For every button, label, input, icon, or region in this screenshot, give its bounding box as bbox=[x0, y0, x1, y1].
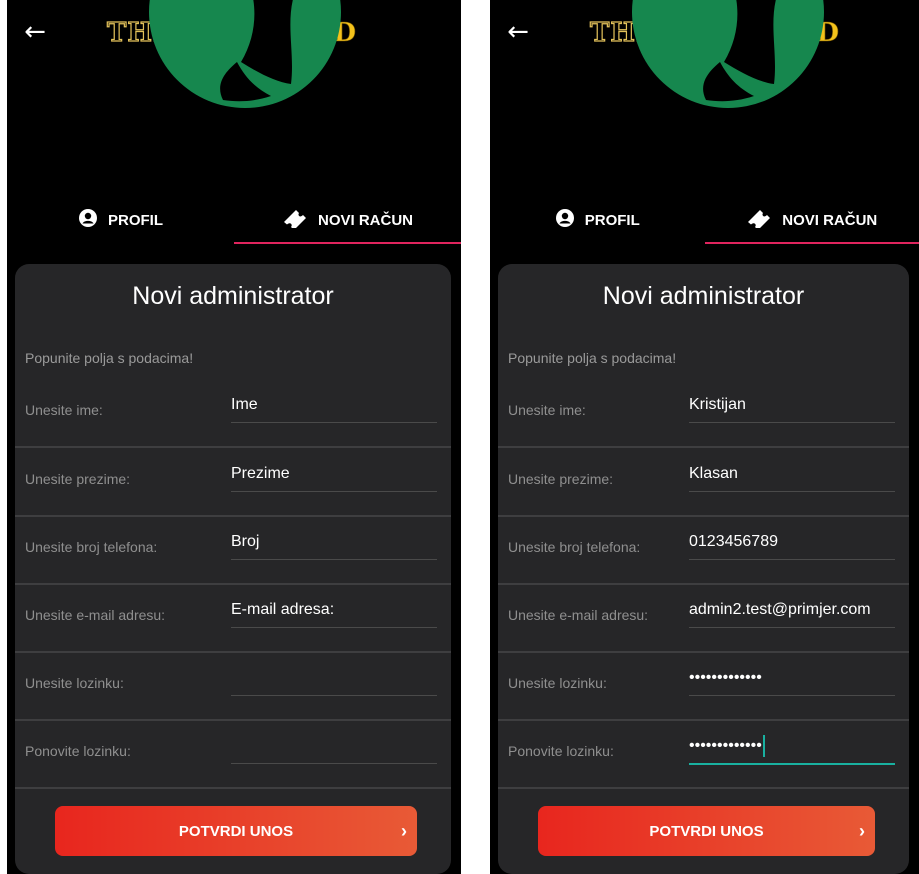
screen-empty-form: ← THEATER GOLD PROFIL NOVI RAČUN Novi ad… bbox=[7, 0, 461, 874]
tab-profil-label: PROFIL bbox=[584, 211, 640, 229]
user-circle-icon bbox=[555, 208, 575, 232]
row-ime: Unesite ime: Kristijan bbox=[498, 380, 909, 448]
row-divider bbox=[498, 787, 909, 789]
row-telefon: Unesite broj telefona: 0123456789 bbox=[498, 517, 909, 585]
form-title: Novi administrator bbox=[132, 282, 334, 310]
input-lozinka[interactable]: ••••••••••••• bbox=[689, 661, 895, 696]
label-ponovi-lozinku: Ponovite lozinku: bbox=[508, 743, 614, 759]
label-telefon: Unesite broj telefona: bbox=[25, 539, 158, 555]
input-telefon[interactable]: 0123456789 bbox=[689, 525, 895, 560]
input-email[interactable]: admin2.test@primjer.com bbox=[689, 593, 895, 628]
input-telefon[interactable]: Broj bbox=[231, 525, 437, 560]
text-caret bbox=[762, 734, 765, 757]
tab-novi-racun[interactable]: NOVI RAČUN bbox=[234, 196, 461, 244]
form-card: Novi administrator Popunite polja s poda… bbox=[498, 264, 909, 874]
form-title: Novi administrator bbox=[602, 282, 805, 310]
label-prezime: Unesite prezime: bbox=[25, 471, 131, 487]
row-lozinka: Unesite lozinku: ••••••••••••• bbox=[498, 653, 909, 721]
theater-masks-logo bbox=[145, 0, 345, 112]
label-lozinka: Unesite lozinku: bbox=[25, 675, 124, 691]
chevron-right-icon: › bbox=[859, 821, 865, 841]
tab-novi-racun-label: NOVI RAČUN bbox=[317, 211, 413, 229]
user-circle-icon bbox=[78, 208, 98, 232]
row-prezime: Unesite prezime: Klasan bbox=[498, 449, 909, 517]
submit-label: POTVRDI UNOS bbox=[178, 822, 294, 840]
tab-profil[interactable]: PROFIL bbox=[490, 196, 705, 244]
theater-masks-logo bbox=[628, 0, 828, 112]
label-telefon: Unesite broj telefona: bbox=[508, 539, 641, 555]
input-ponovi-lozinku[interactable] bbox=[231, 729, 437, 764]
tab-profil[interactable]: PROFIL bbox=[7, 196, 234, 244]
tab-bar: PROFIL NOVI RAČUN bbox=[7, 196, 461, 244]
tab-profil-label: PROFIL bbox=[108, 211, 163, 229]
row-lozinka: Unesite lozinku: bbox=[15, 653, 451, 721]
ticket-icon bbox=[746, 208, 772, 232]
input-prezime[interactable]: Klasan bbox=[689, 457, 895, 492]
form-card: Novi administrator Popunite polja s poda… bbox=[15, 264, 451, 874]
submit-button[interactable]: POTVRDI UNOS › bbox=[55, 806, 417, 856]
submit-button[interactable]: POTVRDI UNOS › bbox=[538, 806, 875, 856]
label-ime: Unesite ime: bbox=[508, 402, 586, 418]
back-arrow-icon[interactable]: ← bbox=[19, 16, 51, 48]
tab-bar: PROFIL NOVI RAČUN bbox=[490, 196, 919, 244]
input-prezime[interactable]: Prezime bbox=[231, 457, 437, 492]
row-ponovi-lozinku: Ponovite lozinku: bbox=[15, 721, 451, 789]
label-lozinka: Unesite lozinku: bbox=[508, 675, 607, 691]
row-divider bbox=[15, 446, 451, 448]
row-telefon: Unesite broj telefona: Broj bbox=[15, 517, 451, 585]
input-email[interactable]: E-mail adresa: bbox=[231, 593, 437, 628]
label-email: Unesite e-mail adresu: bbox=[508, 607, 649, 623]
input-ime[interactable]: Kristijan bbox=[689, 388, 895, 423]
input-ponovi-lozinku[interactable]: ••••••••••••• bbox=[689, 729, 895, 765]
label-email: Unesite e-mail adresu: bbox=[25, 607, 166, 623]
row-prezime: Unesite prezime: Prezime bbox=[15, 449, 451, 517]
submit-label: POTVRDI UNOS bbox=[649, 822, 764, 840]
back-arrow-icon[interactable]: ← bbox=[502, 16, 534, 48]
row-divider bbox=[498, 446, 909, 448]
label-prezime: Unesite prezime: bbox=[508, 471, 614, 487]
screen-filled-form: ← THEATER GOLD PROFIL NOVI RAČUN Novi ad… bbox=[490, 0, 919, 874]
chevron-right-icon: › bbox=[401, 821, 407, 841]
row-ponovi-lozinku: Ponovite lozinku: ••••••••••••• bbox=[498, 721, 909, 789]
ticket-icon bbox=[282, 208, 308, 232]
input-ponovi-lozinku-value: ••••••••••••• bbox=[689, 737, 762, 754]
tab-novi-racun-label: NOVI RAČUN bbox=[782, 211, 878, 229]
row-ime: Unesite ime: Ime bbox=[15, 380, 451, 448]
form-hint: Popunite polja s podacima! bbox=[508, 350, 677, 366]
input-lozinka[interactable] bbox=[231, 661, 437, 696]
row-email: Unesite e-mail adresu: E-mail adresa: bbox=[15, 585, 451, 653]
form-hint: Popunite polja s podacima! bbox=[25, 350, 194, 366]
row-divider bbox=[15, 787, 451, 789]
row-email: Unesite e-mail adresu: admin2.test@primj… bbox=[498, 585, 909, 653]
label-ponovi-lozinku: Ponovite lozinku: bbox=[25, 743, 131, 759]
input-ime[interactable]: Ime bbox=[231, 388, 437, 423]
label-ime: Unesite ime: bbox=[25, 402, 103, 418]
tab-novi-racun[interactable]: NOVI RAČUN bbox=[704, 196, 919, 244]
